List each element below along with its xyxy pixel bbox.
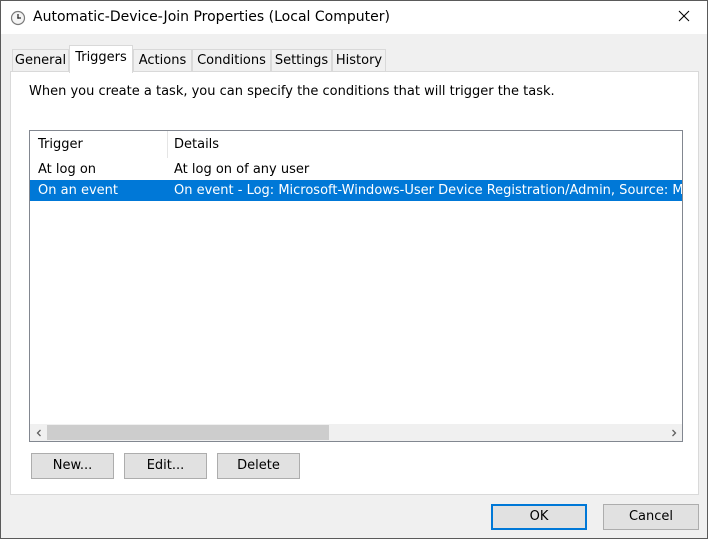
scroll-right-arrow-icon[interactable] — [665, 424, 682, 441]
horizontal-scrollbar[interactable] — [30, 424, 682, 441]
trigger-cell: At log on — [38, 162, 97, 177]
new-trigger-button[interactable]: New... — [31, 453, 114, 479]
tab-history[interactable]: History — [332, 49, 386, 71]
title-bar: Automatic-Device-Join Properties (Local … — [1, 1, 707, 34]
edit-trigger-button[interactable]: Edit... — [124, 453, 207, 479]
column-header-details[interactable]: Details — [174, 131, 219, 158]
table-row[interactable]: At log on At log on of any user — [30, 159, 682, 180]
details-cell: On event - Log: Microsoft-Windows-User D… — [174, 183, 682, 198]
scheduled-task-clock-icon — [10, 10, 26, 26]
properties-dialog: Automatic-Device-Join Properties (Local … — [0, 0, 708, 539]
triggers-list[interactable]: Trigger Details At log on At log on of a… — [29, 130, 683, 442]
list-header: Trigger Details — [30, 131, 682, 158]
tab-triggers[interactable]: Triggers — [69, 45, 133, 73]
triggers-description: When you create a task, you can specify … — [29, 84, 555, 99]
window-title: Automatic-Device-Join Properties (Local … — [33, 9, 390, 25]
tab-actions[interactable]: Actions — [133, 49, 192, 71]
tab-general[interactable]: General — [12, 49, 69, 71]
delete-trigger-button[interactable]: Delete — [217, 453, 300, 479]
table-row[interactable]: On an event On event - Log: Microsoft-Wi… — [30, 180, 682, 201]
close-icon — [678, 10, 690, 26]
column-header-trigger[interactable]: Trigger — [38, 131, 83, 158]
scrollbar-thumb[interactable] — [47, 425, 329, 440]
ok-button[interactable]: OK — [491, 504, 587, 530]
triggers-tab-panel: When you create a task, you can specify … — [10, 71, 699, 495]
trigger-cell: On an event — [38, 183, 118, 198]
close-button[interactable] — [661, 1, 707, 34]
cancel-button[interactable]: Cancel — [603, 504, 699, 530]
column-divider[interactable] — [167, 131, 168, 158]
tab-strip: General Triggers Actions Conditions Sett… — [12, 45, 698, 73]
scroll-left-arrow-icon[interactable] — [30, 424, 47, 441]
details-cell: At log on of any user — [174, 162, 310, 177]
tab-conditions[interactable]: Conditions — [192, 49, 271, 71]
tab-settings[interactable]: Settings — [271, 49, 332, 71]
